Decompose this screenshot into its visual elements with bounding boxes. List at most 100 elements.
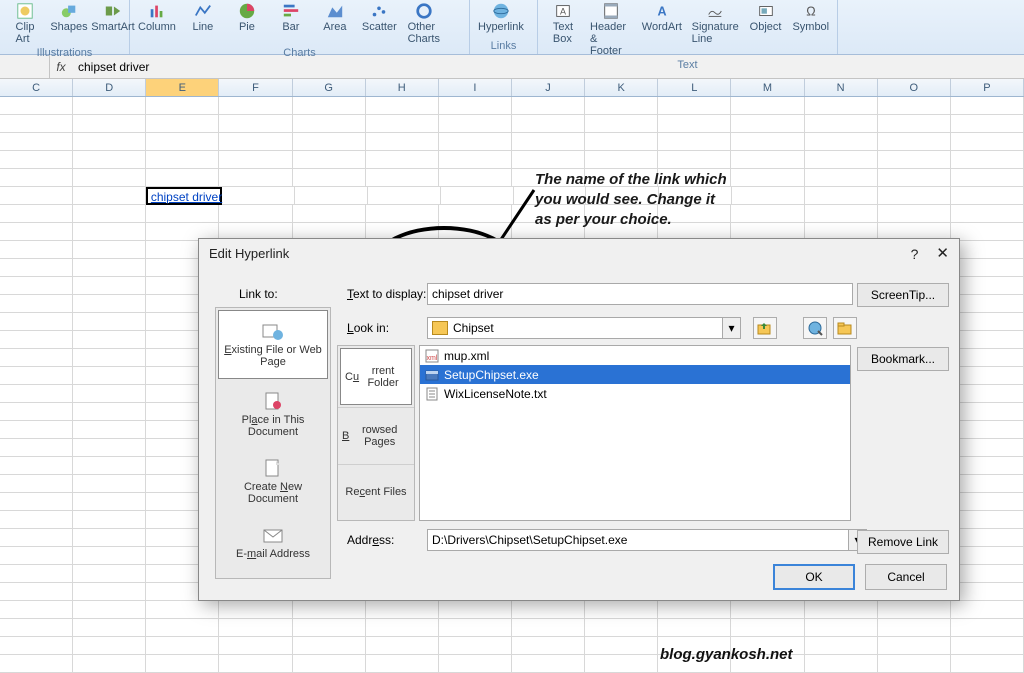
cell[interactable]	[366, 205, 439, 223]
cell[interactable]	[0, 259, 73, 277]
cell[interactable]	[951, 331, 1024, 349]
cell[interactable]	[951, 601, 1024, 619]
cell[interactable]	[219, 619, 292, 637]
cell[interactable]	[0, 439, 73, 457]
cell[interactable]	[73, 367, 146, 385]
cell[interactable]	[805, 655, 878, 673]
cell[interactable]	[0, 277, 73, 295]
cell[interactable]	[366, 169, 439, 187]
cell[interactable]	[293, 97, 366, 115]
hyperlink-button[interactable]: Hyperlink	[474, 0, 528, 35]
cell[interactable]	[366, 151, 439, 169]
cell[interactable]	[73, 619, 146, 637]
cell[interactable]	[951, 295, 1024, 313]
cell[interactable]	[222, 187, 295, 205]
symbol-button[interactable]: ΩSymbol	[789, 0, 833, 35]
col-header-G[interactable]: G	[293, 79, 366, 96]
cell[interactable]	[731, 151, 804, 169]
cell[interactable]	[293, 637, 366, 655]
col-header-F[interactable]: F	[219, 79, 292, 96]
cell[interactable]	[146, 151, 219, 169]
col-header-I[interactable]: I	[439, 79, 512, 96]
cell[interactable]	[293, 133, 366, 151]
cell[interactable]	[951, 385, 1024, 403]
file-item[interactable]: SetupChipset.exe	[420, 365, 850, 384]
cell[interactable]	[805, 115, 878, 133]
cell[interactable]	[951, 511, 1024, 529]
cell[interactable]	[585, 619, 658, 637]
cell[interactable]	[951, 475, 1024, 493]
cell[interactable]	[805, 151, 878, 169]
cell[interactable]	[73, 565, 146, 583]
cell[interactable]	[951, 493, 1024, 511]
cell[interactable]	[951, 169, 1024, 187]
col-header-H[interactable]: H	[366, 79, 439, 96]
cell[interactable]	[73, 403, 146, 421]
cell[interactable]	[951, 655, 1024, 673]
cell[interactable]	[73, 637, 146, 655]
wordart-button[interactable]: AWordArt	[638, 0, 686, 35]
cell[interactable]	[73, 655, 146, 673]
up-folder-button[interactable]	[753, 317, 777, 339]
chevron-down-icon[interactable]: ▾	[722, 318, 740, 338]
cell[interactable]	[219, 601, 292, 619]
cell[interactable]	[878, 97, 951, 115]
cell[interactable]	[293, 169, 366, 187]
clip-art-button[interactable]: ClipArt	[4, 0, 46, 47]
cell[interactable]	[658, 619, 731, 637]
cell[interactable]	[585, 637, 658, 655]
cell[interactable]	[658, 133, 731, 151]
cell[interactable]	[439, 133, 512, 151]
cell[interactable]	[73, 169, 146, 187]
cell[interactable]	[585, 655, 658, 673]
link-to-email[interactable]: E-mail Address	[216, 515, 330, 570]
cell[interactable]	[512, 151, 585, 169]
cell[interactable]	[951, 547, 1024, 565]
cell[interactable]	[951, 133, 1024, 151]
cell[interactable]	[366, 619, 439, 637]
cell[interactable]	[0, 367, 73, 385]
cell[interactable]	[146, 115, 219, 133]
cell[interactable]	[439, 637, 512, 655]
cell[interactable]	[731, 601, 804, 619]
col-header-D[interactable]: D	[73, 79, 146, 96]
cell[interactable]	[73, 349, 146, 367]
browse-file-button[interactable]	[833, 317, 857, 339]
cell[interactable]	[0, 187, 73, 205]
shapes-button[interactable]: Shapes	[48, 0, 90, 35]
cell[interactable]	[73, 475, 146, 493]
link-to-place-in-doc[interactable]: Place in This Document	[216, 381, 330, 448]
cell[interactable]	[73, 187, 146, 205]
cell[interactable]	[73, 133, 146, 151]
cell[interactable]	[219, 205, 292, 223]
recent-files-tab[interactable]: Recent Files	[338, 464, 414, 520]
file-item[interactable]: WixLicenseNote.txt	[420, 384, 850, 403]
scatter-chart-button[interactable]: Scatter	[358, 0, 401, 35]
cell[interactable]	[878, 637, 951, 655]
cell[interactable]	[73, 97, 146, 115]
cell[interactable]	[805, 97, 878, 115]
cell[interactable]	[951, 583, 1024, 601]
cell[interactable]	[951, 115, 1024, 133]
header-footer-button[interactable]: Header& Footer	[586, 0, 636, 59]
text-box-button[interactable]: ATextBox	[542, 0, 584, 47]
cell[interactable]	[805, 205, 878, 223]
cell[interactable]	[951, 457, 1024, 475]
cell[interactable]	[73, 421, 146, 439]
cell[interactable]	[512, 601, 585, 619]
browse-web-button[interactable]	[803, 317, 827, 339]
cell[interactable]	[512, 115, 585, 133]
cell[interactable]	[731, 133, 804, 151]
ok-button[interactable]: OK	[773, 564, 855, 590]
cell[interactable]	[73, 331, 146, 349]
cell[interactable]	[878, 601, 951, 619]
cell[interactable]	[878, 655, 951, 673]
cell[interactable]	[951, 277, 1024, 295]
cell[interactable]	[0, 565, 73, 583]
cell[interactable]	[951, 421, 1024, 439]
cell[interactable]	[0, 349, 73, 367]
cell[interactable]	[951, 637, 1024, 655]
cell[interactable]	[0, 295, 73, 313]
cell[interactable]	[293, 151, 366, 169]
cell[interactable]	[0, 493, 73, 511]
